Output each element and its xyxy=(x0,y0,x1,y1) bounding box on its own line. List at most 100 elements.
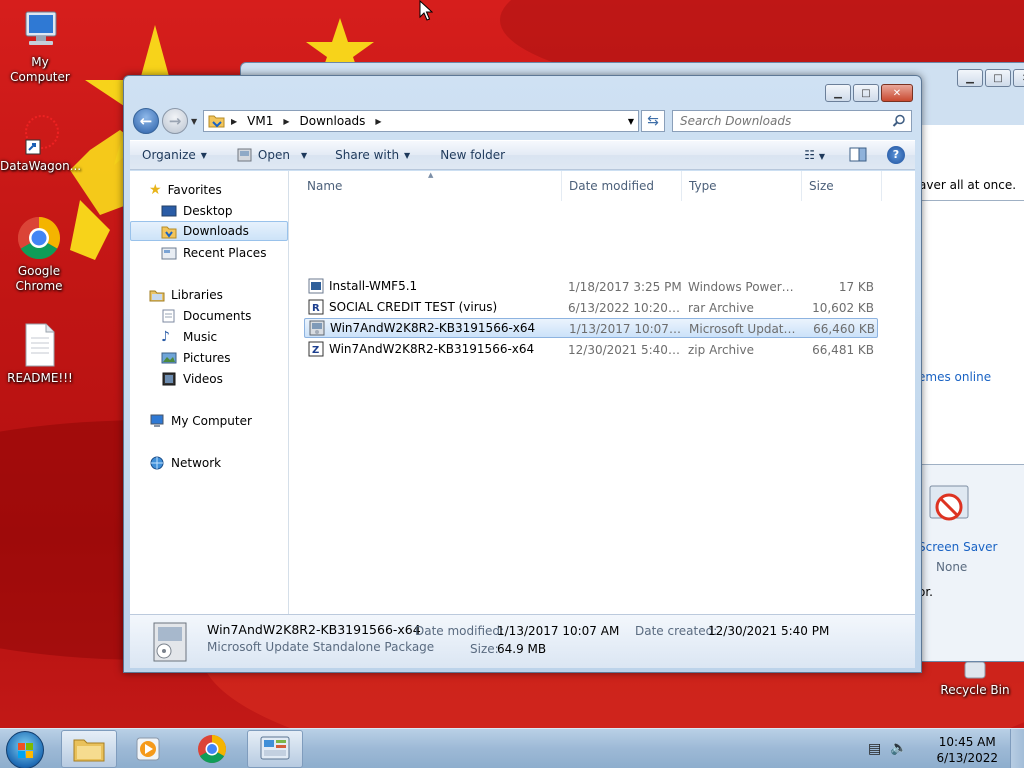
details-file-name: Win7AndW2K8R2-KB3191566-x64 xyxy=(207,622,421,637)
rar-archive-icon: R xyxy=(308,299,324,315)
recent-pages-dropdown[interactable]: ▼ xyxy=(191,117,197,126)
new-folder-button[interactable]: New folder xyxy=(422,148,517,162)
pictures-icon xyxy=(161,352,177,364)
chevron-down-icon: ▼ xyxy=(404,150,411,160)
column-header-size[interactable]: Size xyxy=(802,171,882,201)
close-button[interactable]: ✕ xyxy=(1013,69,1024,87)
address-dropdown-icon[interactable]: ▼ xyxy=(628,117,634,126)
help-icon[interactable]: ? xyxy=(887,146,905,164)
clock[interactable]: 10:45 AM 6/13/2022 xyxy=(936,734,998,766)
column-header-name[interactable]: Name xyxy=(300,171,562,201)
nav-recent-places[interactable]: Recent Places xyxy=(130,243,288,263)
taskbar-chrome-button[interactable] xyxy=(184,730,240,768)
recent-places-icon xyxy=(161,247,177,260)
file-date: 6/13/2022 10:20 AM xyxy=(568,301,683,315)
file-type: Microsoft Update ... xyxy=(689,322,799,336)
nav-network[interactable]: Network xyxy=(130,453,288,473)
search-icon[interactable] xyxy=(892,114,906,128)
nav-libraries[interactable]: Libraries xyxy=(130,285,288,305)
chevron-down-icon: ▼ xyxy=(200,150,207,160)
nav-downloads[interactable]: Downloads xyxy=(130,221,288,241)
desktop-icon-google-chrome[interactable]: Google Chrome xyxy=(0,215,78,294)
refresh-button[interactable]: ⇆ xyxy=(641,110,665,132)
desktop-icon-label: Google Chrome xyxy=(15,264,63,293)
volume-icon[interactable]: 🔈 xyxy=(890,740,907,756)
file-date: 1/13/2017 10:07 AM xyxy=(569,322,684,336)
taskbar-explorer-button[interactable] xyxy=(61,730,117,768)
desktop-icon-datawagon[interactable]: DataWagon... xyxy=(0,112,81,174)
nav-documents[interactable]: Documents xyxy=(130,306,288,326)
network-icon xyxy=(150,456,164,470)
forward-button[interactable]: → xyxy=(162,108,188,134)
column-label: Date modified xyxy=(569,179,655,193)
file-row[interactable]: Win7AndW2K8R2-KB3191566-x64 1/13/2017 10… xyxy=(304,318,878,338)
file-size: 66,460 KB xyxy=(813,322,875,336)
file-type: rar Archive xyxy=(688,301,754,315)
desktop-icon-my-computer[interactable]: My Computer xyxy=(0,8,80,85)
nav-label: Desktop xyxy=(183,204,233,218)
taskbar-control-panel-button[interactable] xyxy=(247,730,303,768)
screen-saver-value: None xyxy=(936,560,968,574)
show-desktop-button[interactable] xyxy=(1010,729,1024,768)
start-button[interactable] xyxy=(6,731,44,768)
nav-music[interactable]: ♪ Music xyxy=(130,327,288,347)
details-date-modified-label: Date modified: xyxy=(415,624,505,638)
nav-label: Recent Places xyxy=(183,246,267,260)
chevron-down-icon: ▼ xyxy=(300,150,308,160)
breadcrumb-downloads[interactable]: Downloads xyxy=(295,114,371,128)
system-tray: ▤ 🔈 10:45 AM 6/13/2022 xyxy=(854,729,1024,768)
organize-button[interactable]: Organize ▼ xyxy=(130,148,219,162)
desktop-icon-label: Recycle Bin xyxy=(940,683,1010,697)
column-header-type[interactable]: Type xyxy=(682,171,802,201)
maximize-button[interactable]: □ xyxy=(985,69,1011,87)
preview-pane-icon[interactable] xyxy=(849,147,867,163)
breadcrumb-vm1[interactable]: VM1 xyxy=(242,114,278,128)
close-button[interactable]: ✕ xyxy=(881,84,913,102)
file-type: Windows PowerS... xyxy=(688,280,798,294)
minimize-button[interactable]: ▁ xyxy=(957,69,983,87)
maximize-button[interactable]: □ xyxy=(853,84,879,102)
taskbar-media-player-button[interactable] xyxy=(120,730,176,768)
nav-favorites[interactable]: ★ Favorites xyxy=(130,180,288,200)
explorer-window[interactable]: ▁ □ ✕ ← → ▼ ▶ VM1 ▶ Downloads ▶ ▼ ⇆ Sear… xyxy=(123,75,922,673)
address-row: ← → ▼ ▶ VM1 ▶ Downloads ▶ ▼ ⇆ xyxy=(130,108,915,134)
taskbar: ▤ 🔈 10:45 AM 6/13/2022 xyxy=(0,728,1024,768)
file-row[interactable]: Z Win7AndW2K8R2-KB3191566-x64 12/30/2021 … xyxy=(304,340,878,360)
screen-saver-link[interactable]: Screen Saver xyxy=(918,540,997,554)
file-type: zip Archive xyxy=(688,343,754,357)
network-tray-icon[interactable]: ▤ xyxy=(868,741,881,757)
file-name: Install-WMF5.1 xyxy=(329,279,418,293)
views-icon[interactable]: ☷ ▼ xyxy=(804,148,825,162)
folder-icon xyxy=(208,115,225,128)
update-package-icon xyxy=(153,622,187,662)
search-box[interactable] xyxy=(672,110,912,132)
file-row[interactable]: R SOCIAL CREDIT TEST (virus) 6/13/2022 10… xyxy=(304,298,878,318)
nav-desktop[interactable]: Desktop xyxy=(130,201,288,221)
back-button[interactable]: ← xyxy=(133,108,159,134)
windows-logo-icon xyxy=(18,743,33,758)
breadcrumb-separator[interactable]: ▶ xyxy=(370,117,386,126)
address-bar[interactable]: ▶ VM1 ▶ Downloads ▶ ▼ xyxy=(203,110,639,132)
open-button[interactable]: Open ▼ xyxy=(219,148,319,162)
desktop-icon-recycle-bin[interactable]: Recycle Bin xyxy=(935,662,1015,698)
details-file-type: Microsoft Update Standalone Package xyxy=(207,640,435,654)
nav-label: Music xyxy=(183,330,218,344)
breadcrumb-separator[interactable]: ▶ xyxy=(226,117,242,126)
desktop-icon-readme[interactable]: README!!! xyxy=(0,322,80,386)
column-header-date-modified[interactable]: Date modified xyxy=(562,171,682,201)
search-input[interactable] xyxy=(673,111,883,131)
text-document-icon xyxy=(25,323,55,367)
nav-videos[interactable]: Videos xyxy=(130,369,288,389)
nav-label: Network xyxy=(171,456,222,470)
control-panel-icon xyxy=(260,736,290,760)
share-with-button[interactable]: Share with ▼ xyxy=(319,148,422,162)
get-themes-link[interactable]: emes online xyxy=(918,370,991,384)
nav-pictures[interactable]: Pictures xyxy=(130,348,288,368)
nav-label: Documents xyxy=(183,309,252,323)
breadcrumb-separator[interactable]: ▶ xyxy=(278,117,294,126)
file-row[interactable]: Install-WMF5.1 1/18/2017 3:25 PM Windows… xyxy=(304,277,878,297)
column-label: Name xyxy=(307,179,343,193)
nav-my-computer[interactable]: My Computer xyxy=(130,411,288,431)
file-list: ▲ Name Date modified Type Size Install-W… xyxy=(290,171,915,614)
minimize-button[interactable]: ▁ xyxy=(825,84,851,102)
